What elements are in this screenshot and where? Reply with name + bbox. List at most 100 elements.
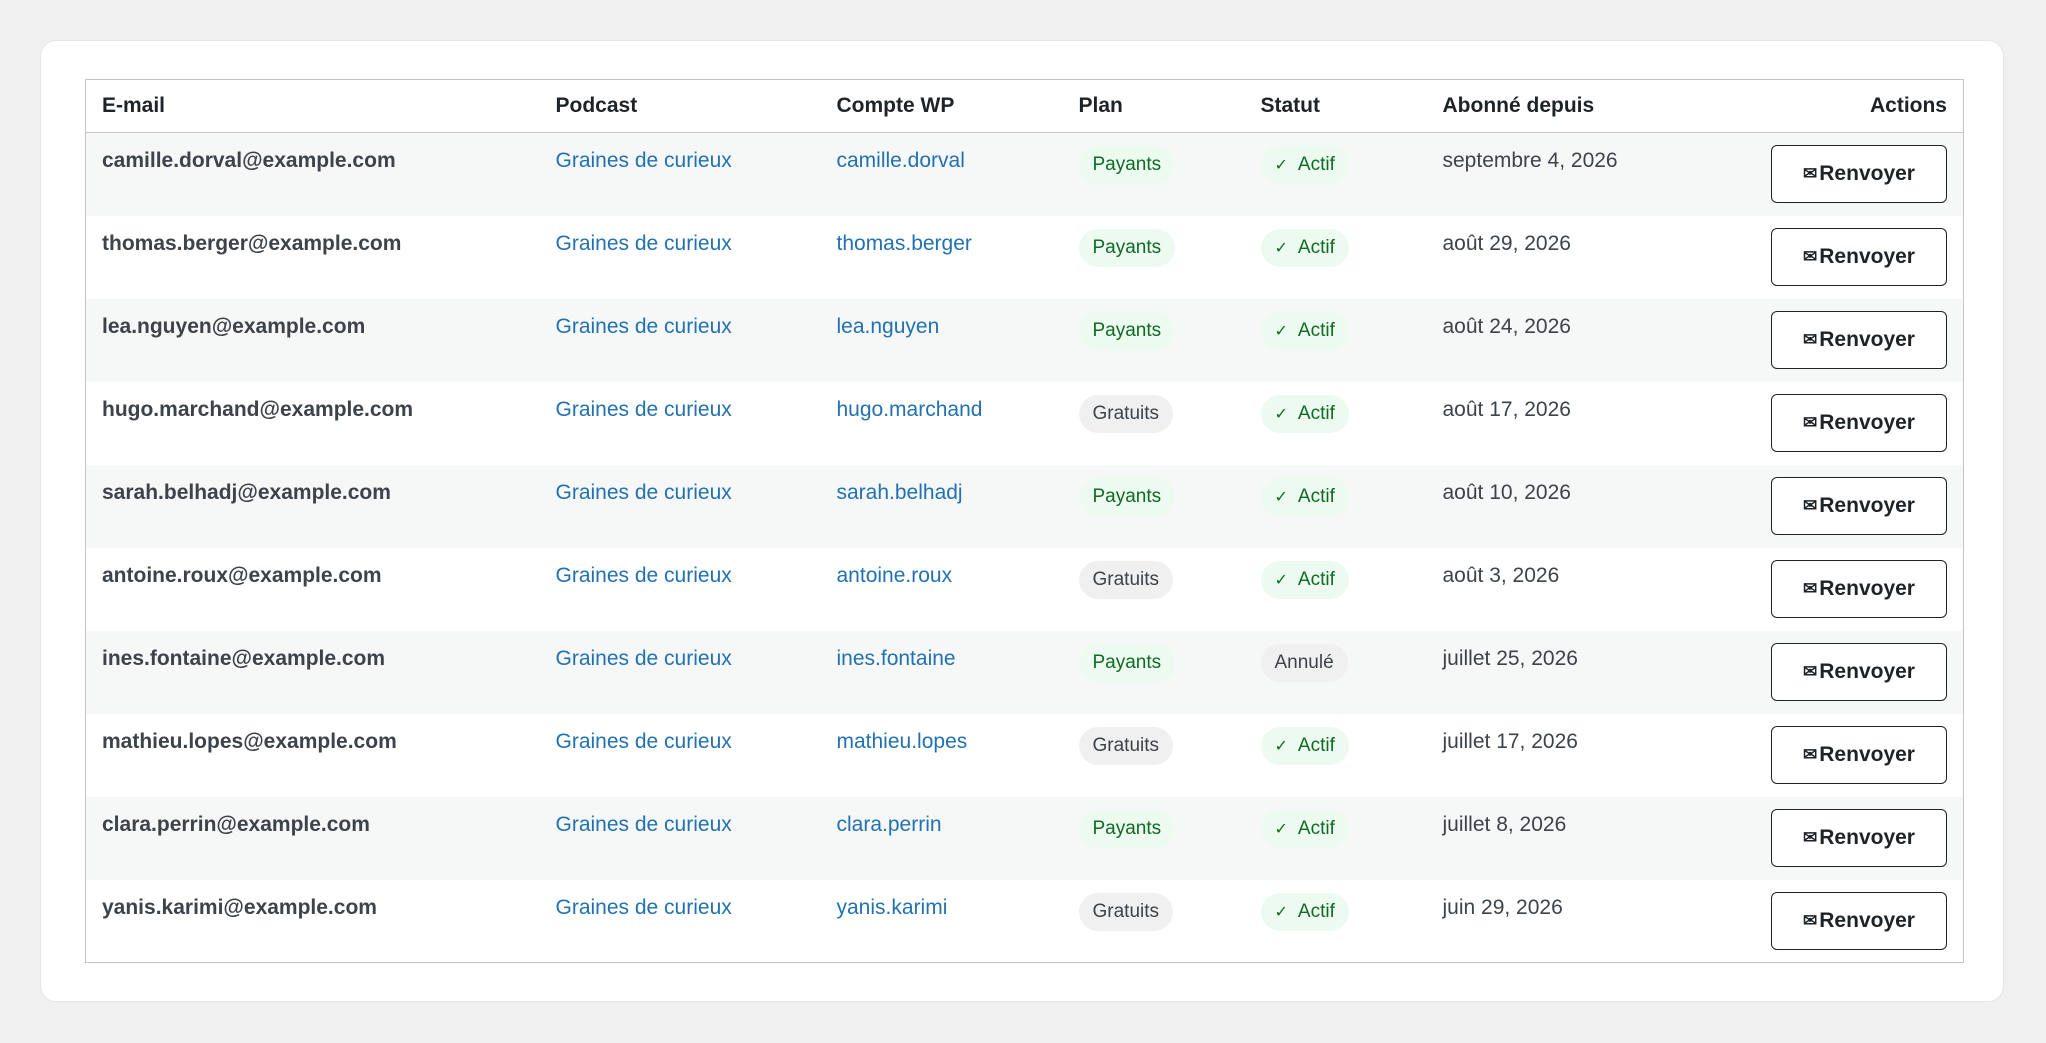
status-label: Actif <box>1297 319 1335 341</box>
status-badge: ✓ Actif <box>1260 726 1349 765</box>
resend-label: Renvoyer <box>1819 908 1915 932</box>
table-header-row: E-mail Podcast Compte WP Plan Statut Abo… <box>85 79 1964 133</box>
subscriber-email: thomas.berger@example.com <box>102 231 402 255</box>
table-row: sarah.belhadj@example.com Graines de curi… <box>85 464 1964 548</box>
column-header-plan[interactable]: Plan <box>1062 79 1245 133</box>
check-icon: ✓ <box>1274 571 1288 589</box>
resend-label: Renvoyer <box>1819 659 1915 683</box>
check-icon: ✓ <box>1274 903 1288 921</box>
resend-label: Renvoyer <box>1819 742 1915 766</box>
status-label: Annulé <box>1274 651 1334 673</box>
resend-button[interactable]: ✉ Renvoyer <box>1771 476 1947 535</box>
subscribed-since-date: août 24, 2026 <box>1442 314 1571 338</box>
podcast-link[interactable]: Graines de curieux <box>556 315 732 338</box>
resend-button[interactable]: ✉ Renvoyer <box>1771 310 1947 369</box>
envelope-icon: ✉ <box>1803 164 1818 183</box>
plan-badge: Payants <box>1078 228 1176 267</box>
status-label: Actif <box>1297 900 1335 922</box>
wp-account-link[interactable]: clara.perrin <box>837 813 942 836</box>
podcast-link[interactable]: Graines de curieux <box>556 232 732 255</box>
wp-account-link[interactable]: camille.dorval <box>837 149 965 172</box>
plan-badge: Gratuits <box>1078 394 1174 433</box>
status-badge: ✓ Actif <box>1260 809 1349 848</box>
plan-badge: Gratuits <box>1078 726 1174 765</box>
status-label: Actif <box>1297 734 1335 756</box>
envelope-icon: ✉ <box>1803 578 1818 598</box>
table-row: yanis.karimi@example.com Graines de curie… <box>85 879 1964 963</box>
status-badge: ✓ Actif <box>1260 477 1349 516</box>
resend-button[interactable]: ✉ Renvoyer <box>1771 393 1947 452</box>
wp-account-link[interactable]: antoine.roux <box>837 564 953 587</box>
envelope-icon: ✉ <box>1803 661 1818 681</box>
check-icon: ✓ <box>1274 157 1288 174</box>
plan-badge: Payants <box>1078 477 1176 516</box>
podcast-link[interactable]: Graines de curieux <box>556 564 732 587</box>
plan-badge: Gratuits <box>1078 892 1174 931</box>
status-label: Actif <box>1297 236 1335 258</box>
table-row: hugo.marchand@example.com Graines de curi… <box>85 381 1964 465</box>
subscriber-email: lea.nguyen@example.com <box>102 314 366 338</box>
subscribed-since-date: juin 29, 2026 <box>1442 895 1563 919</box>
status-badge: ✓ Actif <box>1260 394 1349 433</box>
envelope-icon: ✉ <box>1803 910 1818 930</box>
status-badge: ✓ Actif <box>1260 560 1349 599</box>
envelope-icon: ✉ <box>1803 827 1818 847</box>
subscriber-email: clara.perrin@example.com <box>102 812 370 836</box>
subscribed-since-date: août 10, 2026 <box>1442 480 1571 504</box>
subscriber-email: yanis.karimi@example.com <box>102 895 377 919</box>
table-row: lea.nguyen@example.com Graines de curieux… <box>85 298 1964 382</box>
table-row: antoine.roux@example.com Graines de curie… <box>85 547 1964 631</box>
table-row: camille.dorval@example.com Graines de cur… <box>85 132 1964 216</box>
subscribed-since-date: juillet 17, 2026 <box>1442 729 1578 753</box>
column-header-status[interactable]: Statut <box>1244 79 1427 133</box>
resend-label: Renvoyer <box>1819 410 1915 434</box>
subscriber-email: mathieu.lopes@example.com <box>102 729 397 753</box>
check-icon: ✓ <box>1274 239 1288 257</box>
status-badge: ✓ Actif <box>1260 311 1349 350</box>
podcast-link[interactable]: Graines de curieux <box>556 149 732 172</box>
wp-account-link[interactable]: mathieu.lopes <box>837 730 968 753</box>
podcast-link[interactable]: Graines de curieux <box>556 730 732 753</box>
status-label: Actif <box>1297 568 1335 590</box>
wp-account-link[interactable]: hugo.marchand <box>837 398 983 421</box>
resend-button[interactable]: ✉ Renvoyer <box>1771 725 1947 784</box>
table-body: camille.dorval@example.com Graines de cur… <box>85 132 1964 963</box>
status-label: Actif <box>1297 402 1335 424</box>
status-label: Actif <box>1297 485 1335 507</box>
check-icon: ✓ <box>1274 737 1288 755</box>
column-header-account[interactable]: Compte WP <box>820 79 1063 133</box>
subscribed-since-date: septembre 4, 2026 <box>1442 149 1618 172</box>
resend-button[interactable]: ✉ Renvoyer <box>1771 145 1947 203</box>
podcast-link[interactable]: Graines de curieux <box>556 481 732 504</box>
resend-button[interactable]: ✉ Renvoyer <box>1771 808 1947 867</box>
resend-button[interactable]: ✉ Renvoyer <box>1771 559 1947 618</box>
podcast-link[interactable]: Graines de curieux <box>556 398 732 421</box>
wp-account-link[interactable]: yanis.karimi <box>837 896 948 919</box>
envelope-icon: ✉ <box>1803 412 1818 432</box>
wp-account-link[interactable]: sarah.belhadj <box>837 481 963 504</box>
podcast-link[interactable]: Graines de curieux <box>556 647 732 670</box>
wp-account-link[interactable]: lea.nguyen <box>837 315 940 338</box>
resend-button[interactable]: ✉ Renvoyer <box>1771 891 1947 950</box>
envelope-icon: ✉ <box>1803 246 1818 266</box>
resend-button[interactable]: ✉ Renvoyer <box>1771 227 1947 286</box>
column-header-subscribed-since[interactable]: Abonné depuis <box>1426 79 1737 133</box>
subscriber-email: sarah.belhadj@example.com <box>102 480 391 504</box>
column-header-email[interactable]: E-mail <box>85 79 540 133</box>
column-header-actions: Actions <box>1736 79 1964 133</box>
podcast-link[interactable]: Graines de curieux <box>556 813 732 836</box>
podcast-link[interactable]: Graines de curieux <box>556 896 732 919</box>
table-row: ines.fontaine@example.com Graines de curi… <box>85 630 1964 714</box>
wp-account-link[interactable]: ines.fontaine <box>837 647 956 670</box>
column-header-podcast[interactable]: Podcast <box>539 79 821 133</box>
resend-button[interactable]: ✉ Renvoyer <box>1771 642 1947 701</box>
table-row: mathieu.lopes@example.com Graines de curi… <box>85 713 1964 797</box>
wp-account-link[interactable]: thomas.berger <box>837 232 972 255</box>
plan-badge: Payants <box>1078 311 1176 350</box>
subscribed-since-date: juillet 25, 2026 <box>1442 646 1578 670</box>
envelope-icon: ✉ <box>1803 495 1818 515</box>
subscriber-email: ines.fontaine@example.com <box>102 646 386 670</box>
envelope-icon: ✉ <box>1803 744 1818 764</box>
status-label: Actif <box>1297 154 1335 175</box>
status-badge: ✓ Actif <box>1260 892 1349 931</box>
